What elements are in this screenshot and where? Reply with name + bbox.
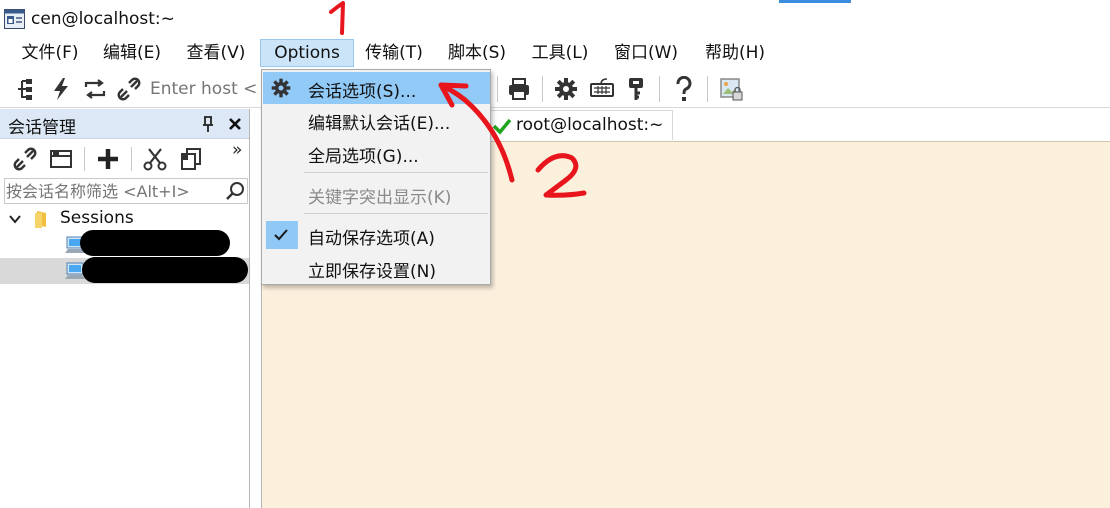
reconnect-icon[interactable] xyxy=(82,76,108,102)
chevron-down-icon[interactable] xyxy=(8,212,22,226)
connect-tree-icon[interactable] xyxy=(14,76,40,102)
tab-label: root@localhost:~ xyxy=(516,115,664,135)
menu-options[interactable]: Options xyxy=(260,39,354,67)
keymap-keyboard-icon[interactable] xyxy=(589,76,615,102)
enter-host-input[interactable] xyxy=(150,76,258,102)
folder-icon xyxy=(35,211,46,228)
menu-item-save-settings-now[interactable]: 立即保存设置(N) xyxy=(263,252,490,284)
session-filter-input[interactable] xyxy=(6,180,220,202)
menu-transfer[interactable]: 传输(T) xyxy=(358,39,430,67)
search-icon[interactable] xyxy=(224,180,246,202)
tree-root-label: Sessions xyxy=(60,208,134,228)
disconnect-link-icon[interactable] xyxy=(116,76,142,102)
connect-session-icon[interactable] xyxy=(12,146,38,172)
menu-file[interactable]: 文件(F) xyxy=(14,39,86,67)
print-icon[interactable] xyxy=(506,76,532,102)
menu-item-label: 全局选项(G)... xyxy=(308,147,419,167)
menu-window[interactable]: 窗口(W) xyxy=(606,39,686,67)
menu-separator xyxy=(304,172,488,173)
toolbar-separator xyxy=(659,76,660,102)
cut-scissors-icon[interactable] xyxy=(142,146,168,172)
session-manager-panel: 会话管理 » 按会话名称筛选 <Alt+I> Sessions xyxy=(0,109,250,508)
toolbar-separator xyxy=(497,76,498,102)
connected-check-icon xyxy=(492,118,512,135)
gear-icon xyxy=(271,78,291,98)
session-panel-toolbar: » xyxy=(0,140,249,176)
new-session-plus-icon[interactable] xyxy=(95,146,121,172)
menu-tools[interactable]: 工具(L) xyxy=(524,39,596,67)
panel-toolbar-separator xyxy=(84,147,85,171)
redacted-session-name xyxy=(82,257,248,283)
menu-item-label: 编辑默认会话(E)... xyxy=(308,114,451,134)
session-panel-title: 会话管理 xyxy=(8,118,76,138)
main-toolbar xyxy=(0,70,1110,108)
screenshot-lock-icon[interactable] xyxy=(718,76,744,102)
tree-session-item-selected[interactable] xyxy=(0,257,249,284)
tree-session-item[interactable] xyxy=(0,230,249,258)
menu-edit[interactable]: 编辑(E) xyxy=(96,39,168,67)
title-bar: cen@localhost:~ xyxy=(0,0,1110,38)
menu-script[interactable]: 脚本(S) xyxy=(441,39,513,67)
options-dropdown-menu: 会话选项(S)... 编辑默认会话(E)... 全局选项(G)... 关键字突出… xyxy=(261,69,491,285)
menu-item-session-options[interactable]: 会话选项(S)... xyxy=(263,72,490,104)
connect-in-tab-icon[interactable] xyxy=(48,146,74,172)
redacted-session-name xyxy=(80,230,230,256)
session-tab[interactable]: root@localhost:~ xyxy=(488,110,673,140)
window-title: cen@localhost:~ xyxy=(31,9,175,29)
menu-item-label: 会话选项(S)... xyxy=(308,82,417,102)
session-panel-header: 会话管理 xyxy=(0,109,249,139)
menu-item-global-options[interactable]: 全局选项(G)... xyxy=(263,137,490,169)
copy-icon[interactable] xyxy=(178,146,204,172)
menu-item-auto-save-options[interactable]: 自动保存选项(A) xyxy=(263,219,490,251)
securecrt-app-icon xyxy=(4,9,25,29)
key-agent-icon[interactable] xyxy=(623,76,649,102)
toolbar-separator xyxy=(542,76,543,102)
checkmark-icon xyxy=(274,229,288,241)
pin-icon[interactable] xyxy=(200,115,216,133)
close-panel-icon[interactable] xyxy=(226,115,244,133)
menu-view[interactable]: 查看(V) xyxy=(179,39,253,67)
menu-item-label: 关键字突出显示(K) xyxy=(308,188,452,208)
menu-item-edit-default-session[interactable]: 编辑默认会话(E)... xyxy=(263,104,490,136)
title-accent-line xyxy=(779,0,851,3)
more-chevron[interactable]: » xyxy=(232,140,242,160)
menu-item-keyword-highlight: 关键字突出显示(K) xyxy=(263,178,490,210)
menu-bar: 文件(F) 编辑(E) 查看(V) Options 传输(T) 脚本(S) 工具… xyxy=(0,38,1110,68)
help-question-icon[interactable] xyxy=(671,76,697,102)
toolbar-separator xyxy=(707,76,708,102)
menu-separator xyxy=(304,213,488,214)
session-filter-box xyxy=(4,178,248,204)
settings-gear-icon[interactable] xyxy=(553,76,579,102)
menu-item-label: 自动保存选项(A) xyxy=(308,229,435,249)
menu-help[interactable]: 帮助(H) xyxy=(697,39,773,67)
menu-item-label: 立即保存设置(N) xyxy=(308,262,436,282)
quick-connect-icon[interactable] xyxy=(48,76,74,102)
panel-toolbar-separator xyxy=(131,147,132,171)
tree-folder-sessions[interactable]: Sessions xyxy=(0,206,249,232)
